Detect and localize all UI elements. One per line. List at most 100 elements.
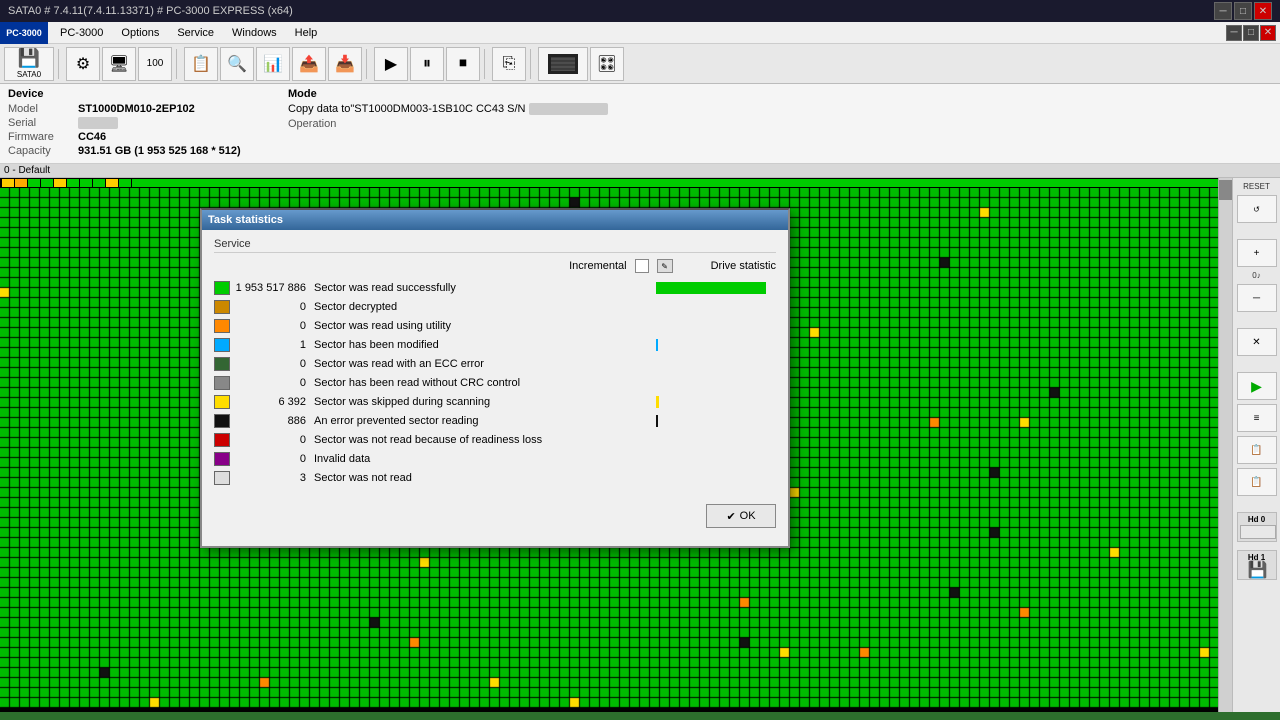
menu-pc3000[interactable]: PC-3000 bbox=[52, 25, 111, 41]
volume-down[interactable]: ─ bbox=[1237, 284, 1277, 312]
stop-button[interactable]: ⏹ bbox=[446, 47, 480, 81]
toolbar-btn-8[interactable]: 📤 bbox=[292, 47, 326, 81]
model-row: Model ST1000DM010-2EP102 bbox=[8, 103, 288, 115]
reset-button[interactable]: ↺ bbox=[1237, 195, 1277, 223]
stats-bar bbox=[656, 396, 659, 408]
stats-color-box bbox=[214, 300, 230, 314]
hd0-label: Hd 0 bbox=[1240, 515, 1274, 524]
modal-body: Service Incremental ✎ Drive statistic 1 … bbox=[202, 230, 788, 496]
play-button[interactable]: ▶ bbox=[374, 47, 408, 81]
inner-minimize[interactable]: ─ bbox=[1226, 25, 1242, 41]
incremental-checkbox[interactable] bbox=[635, 259, 649, 273]
stats-count: 1 bbox=[234, 339, 314, 351]
right-btn-7[interactable]: 📋 bbox=[1237, 468, 1277, 496]
firmware-row: Firmware CC46 bbox=[8, 131, 288, 143]
hd0-status bbox=[1240, 525, 1276, 539]
stats-row: 3Sector was not read bbox=[214, 469, 776, 487]
stats-color-box bbox=[214, 376, 230, 390]
stats-desc: Sector was read using utility bbox=[314, 320, 656, 332]
maximize-button[interactable]: □ bbox=[1234, 2, 1252, 20]
stats-bar-area bbox=[656, 338, 776, 352]
main-area: RESET ↺ + 0♪ ─ ✕ ▶ ≡ 📋 📋 Hd 0 Hd 1 💾 Tas… bbox=[0, 178, 1280, 712]
stats-desc: An error prevented sector reading bbox=[314, 415, 656, 427]
stats-row: 886An error prevented sector reading bbox=[214, 412, 776, 430]
settings-slider-btn[interactable]: 🎛 bbox=[590, 47, 624, 81]
stats-color-box bbox=[214, 281, 230, 295]
pause-button[interactable]: ⏸ bbox=[410, 47, 444, 81]
stats-color-box bbox=[214, 452, 230, 466]
serial-label: Serial bbox=[8, 117, 78, 129]
menu-options[interactable]: Options bbox=[113, 25, 167, 41]
task-statistics-dialog: Task statistics Service Incremental ✎ Dr… bbox=[200, 208, 790, 548]
service-label: Service bbox=[214, 238, 776, 253]
right-play[interactable]: ▶ bbox=[1237, 372, 1277, 400]
toolbar-btn-9[interactable]: 📥 bbox=[328, 47, 362, 81]
hd1-status: 💾 bbox=[1240, 563, 1276, 577]
header-block-8 bbox=[93, 179, 105, 187]
toolbar-btn-2[interactable]: ⚙ bbox=[66, 47, 100, 81]
right-btn-6[interactable]: 📋 bbox=[1237, 436, 1277, 464]
app-logo: PC-3000 bbox=[0, 22, 48, 44]
stats-header-row: Incremental ✎ Drive statistic bbox=[214, 259, 776, 273]
stats-color-box bbox=[214, 357, 230, 371]
stats-row: 0Sector was read using utility bbox=[214, 317, 776, 335]
stats-desc: Sector was not read because of readiness… bbox=[314, 434, 656, 446]
close-button[interactable]: ✕ bbox=[1254, 2, 1272, 20]
mode-info: Mode Copy data to"ST1000DM003-1SB10C CC4… bbox=[288, 88, 1272, 159]
stats-bar-area bbox=[656, 357, 776, 371]
sector-scrollbar[interactable] bbox=[1218, 178, 1232, 712]
menu-windows[interactable]: Windows bbox=[224, 25, 285, 41]
header-block-6 bbox=[67, 179, 79, 187]
stats-bar-area bbox=[656, 452, 776, 466]
stats-bar-area bbox=[656, 319, 776, 333]
app-header: PC-3000 PC-3000 Options Service Windows … bbox=[0, 22, 1280, 44]
stats-bar bbox=[656, 282, 766, 294]
stats-count: 0 bbox=[234, 377, 314, 389]
stats-bar bbox=[656, 415, 658, 427]
stats-table: 1 953 517 886Sector was read successfull… bbox=[214, 279, 776, 487]
stats-row: 0Sector was read with an ECC error bbox=[214, 355, 776, 373]
reset-label: RESET bbox=[1243, 182, 1270, 191]
stats-desc: Sector was not read bbox=[314, 472, 656, 484]
toolbar-btn-100[interactable]: 100 bbox=[138, 47, 172, 81]
menu-service[interactable]: Service bbox=[169, 25, 222, 41]
header-block-3 bbox=[28, 179, 40, 187]
incremental-icon[interactable]: ✎ bbox=[657, 259, 673, 273]
copy-button[interactable]: ⎘ bbox=[492, 47, 526, 81]
info-panel: Device Model ST1000DM010-2EP102 Serial ●… bbox=[0, 84, 1280, 164]
stats-count: 0 bbox=[234, 301, 314, 313]
stats-count: 0 bbox=[234, 320, 314, 332]
toolbar-sep-4 bbox=[484, 49, 488, 79]
inner-maximize[interactable]: □ bbox=[1243, 25, 1259, 41]
stats-row: 0Sector decrypted bbox=[214, 298, 776, 316]
capacity-row: Capacity 931.51 GB (1 953 525 168 * 512) bbox=[8, 145, 288, 157]
right-btn-5[interactable]: ≡ bbox=[1237, 404, 1277, 432]
ok-button[interactable]: ✔ OK bbox=[706, 504, 776, 528]
inner-close[interactable]: ✕ bbox=[1260, 25, 1276, 41]
title-bar: SATA0 # 7.4.11(7.4.11.13371) # PC-3000 E… bbox=[0, 0, 1280, 22]
header-rest bbox=[132, 179, 1230, 187]
right-btn-3[interactable]: ✕ bbox=[1237, 328, 1277, 356]
model-value: ST1000DM010-2EP102 bbox=[78, 103, 195, 115]
volume-up[interactable]: + bbox=[1237, 239, 1277, 267]
minimize-button[interactable]: ─ bbox=[1214, 2, 1232, 20]
toolbar-sep-2 bbox=[176, 49, 180, 79]
sata-drive-button[interactable]: 💾 SATA0 bbox=[4, 47, 54, 81]
toolbar: 💾 SATA0 ⚙ 🖥 100 📋 🔍 📊 📤 📥 ▶ ⏸ ⏹ ⎘ 🎛 bbox=[0, 44, 1280, 84]
monitor-btn[interactable] bbox=[538, 47, 588, 81]
scrollbar-thumb[interactable] bbox=[1219, 180, 1232, 200]
stats-color-box bbox=[214, 319, 230, 333]
toolbar-btn-7[interactable]: 📊 bbox=[256, 47, 290, 81]
toolbar-btn-5[interactable]: 📋 bbox=[184, 47, 218, 81]
stats-row: 0Sector has been read without CRC contro… bbox=[214, 374, 776, 392]
header-block-4 bbox=[41, 179, 53, 187]
inner-window-controls: ─ □ ✕ bbox=[1226, 25, 1276, 41]
menu-help[interactable]: Help bbox=[287, 25, 326, 41]
menu-bar: PC-3000 Options Service Windows Help bbox=[48, 22, 1226, 44]
header-block-9 bbox=[106, 179, 118, 187]
operation-label: Operation bbox=[288, 118, 1272, 130]
toolbar-sep-1 bbox=[58, 49, 62, 79]
toolbar-btn-3[interactable]: 🖥 bbox=[102, 47, 136, 81]
toolbar-sep-5 bbox=[530, 49, 534, 79]
toolbar-btn-6[interactable]: 🔍 bbox=[220, 47, 254, 81]
